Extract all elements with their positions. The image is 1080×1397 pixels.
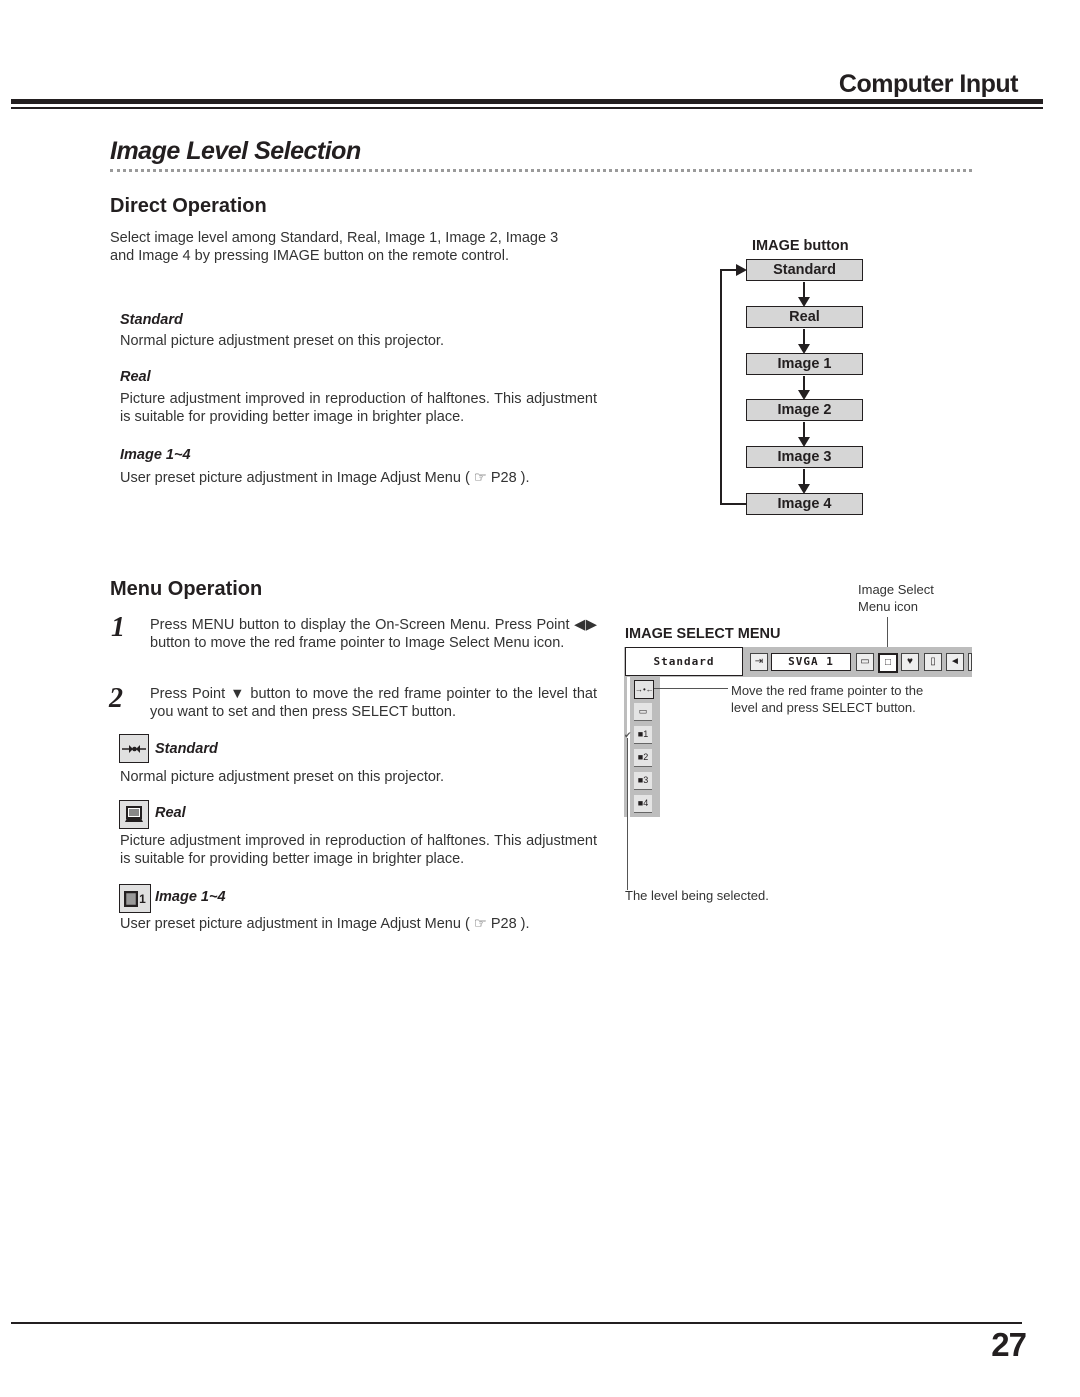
flow-step-real: Real (746, 306, 863, 328)
direct-item-desc-image: User preset picture adjustment in Image … (120, 470, 530, 486)
menu-item-title-standard: Standard (155, 741, 218, 757)
callout-leader-line (887, 617, 888, 651)
direct-intro: Select image level among Standard, Real,… (110, 229, 600, 265)
screen-icon[interactable]: ▯ (924, 653, 942, 671)
osd-level-label: 3 (643, 775, 649, 785)
flow-step-standard: Standard (746, 259, 863, 281)
osd-level-label: 4 (643, 798, 649, 808)
menu-item-desc-real: Picture adjustment improved in reproduct… (120, 833, 597, 867)
image-select-icon-callout: Image Select Menu icon (858, 581, 934, 615)
flow-arrow-down (798, 376, 810, 400)
menu-item-desc-image: User preset picture adjustment in Image … (120, 916, 530, 932)
image-button-label: IMAGE button (752, 238, 849, 254)
image-level-icon: 1 (119, 884, 151, 913)
flow-loop-line-bottom (720, 503, 746, 505)
direct-item-title-standard: Standard (120, 312, 183, 328)
step-text-1: Press MENU button to display the On-Scre… (150, 617, 597, 651)
more-menu-icon[interactable] (968, 653, 972, 671)
callout-line-2: Menu icon (858, 599, 918, 614)
step-text-2: Press Point ▼ button to move the red fra… (150, 686, 597, 720)
header-rule (11, 99, 1043, 104)
osd-level-standard[interactable]: →•← (634, 680, 654, 699)
osd-level-label: 2 (643, 752, 649, 762)
osd-current-level[interactable]: Standard (625, 647, 743, 676)
osd-level-image-4[interactable]: ■4 (634, 795, 652, 813)
image-level-icon-label: 1 (139, 891, 146, 906)
osd-level-image-1[interactable]: ■1 (634, 726, 652, 744)
header-rule-thin (11, 107, 1043, 109)
osd-level-image-3[interactable]: ■3 (634, 772, 652, 790)
selected-level-callout: The level being selected. (625, 888, 769, 903)
pointer-callout-line-2: level and press SELECT button. (731, 700, 916, 715)
flow-loop-line (720, 270, 722, 504)
menu-item-title-real: Real (155, 805, 186, 821)
image-adjust-icon[interactable]: ♥ (901, 653, 919, 671)
osd-source[interactable]: SVGA 1 (771, 653, 851, 671)
pointer-callout-line (654, 688, 728, 689)
title-divider (110, 169, 972, 172)
menu-operation-heading: Menu Operation (110, 578, 263, 600)
page-title: Image Level Selection (110, 137, 361, 165)
direct-intro-line-1: Select image level among Standard, Real,… (110, 230, 559, 246)
step-number-2: 2 (109, 683, 123, 714)
menu-item-desc-standard: Normal picture adjustment preset on this… (120, 769, 444, 785)
flow-loop-arrowhead (736, 264, 747, 276)
flow-step-image-4: Image 4 (746, 493, 863, 515)
step-number-1: 1 (111, 612, 125, 643)
osd-level-label: 1 (643, 729, 649, 739)
direct-item-title-real: Real (120, 369, 151, 385)
menu-item-title-image: Image 1~4 (155, 889, 226, 905)
pointer-callout: Move the red frame pointer to the level … (731, 682, 923, 716)
flow-step-image-3: Image 3 (746, 446, 863, 468)
osd-level-real[interactable]: ▭ (634, 703, 652, 721)
direct-item-desc-real: Picture adjustment improved in reproduct… (120, 391, 597, 425)
real-level-icon (119, 800, 149, 829)
image-select-menu-icon[interactable]: □ (878, 653, 898, 673)
section-header: Computer Input (838, 70, 1019, 98)
pc-adjust-icon[interactable]: ▭ (856, 653, 874, 671)
flow-arrow-down (798, 469, 810, 494)
input-icon[interactable]: ⇥ (750, 653, 768, 671)
callout-line-1: Image Select (858, 582, 934, 597)
flow-step-image-2: Image 2 (746, 399, 863, 421)
footer-rule (11, 1322, 1022, 1324)
page-number: 27 (991, 1326, 1027, 1363)
osd-level-image-2[interactable]: ■2 (634, 749, 652, 767)
pointer-callout-line-1: Move the red frame pointer to the (731, 683, 924, 698)
direct-operation-heading: Direct Operation (110, 195, 267, 217)
direct-item-desc-standard: Normal picture adjustment preset on this… (120, 333, 444, 349)
direct-item-title-image: Image 1~4 (120, 447, 191, 463)
flow-arrow-down (798, 422, 810, 447)
direct-intro-line-2: and Image 4 by pressing IMAGE button on … (110, 248, 509, 264)
flow-step-image-1: Image 1 (746, 353, 863, 375)
flow-arrow-down (798, 282, 810, 307)
standard-level-icon (119, 734, 149, 763)
sound-icon[interactable]: ◄ (946, 653, 964, 671)
flow-arrow-down (798, 329, 810, 354)
selected-callout-line (627, 738, 628, 890)
osd-title: IMAGE SELECT MENU (625, 626, 781, 642)
